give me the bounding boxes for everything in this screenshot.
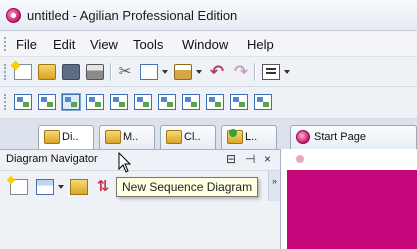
window-title: untitled - Agilian Professional Edition — [27, 8, 238, 23]
app-window: untitled - Agilian Professional Edition … — [0, 0, 417, 249]
toolbar-separator — [110, 63, 111, 81]
menu-window[interactable]: Window — [182, 37, 228, 52]
menu-file[interactable]: File — [16, 37, 37, 52]
diagram-area[interactable] — [280, 149, 417, 249]
toolbar-grip[interactable] — [4, 94, 7, 110]
diagram-toolbar — [0, 87, 417, 119]
start-page-icon — [296, 130, 310, 144]
new-state-machine-diagram-icon[interactable] — [110, 94, 128, 110]
layout-dropdown-icon[interactable] — [284, 70, 290, 74]
tab-label: L.. — [245, 131, 258, 143]
mouse-cursor-icon — [118, 152, 132, 173]
restore-panel-icon[interactable]: ⊟ — [226, 152, 236, 166]
new-project-icon[interactable] — [14, 64, 32, 80]
new-composite-structure-diagram-icon[interactable] — [254, 94, 272, 110]
new-package-diagram-icon[interactable] — [206, 94, 224, 110]
new-deployment-diagram-icon[interactable] — [182, 94, 200, 110]
start-page-banner — [287, 170, 417, 249]
menu-bar: File Edit View Tools Window Help — [0, 31, 417, 57]
agilian-app-icon[interactable] — [6, 8, 21, 23]
print-icon[interactable] — [86, 64, 104, 80]
menu-help[interactable]: Help — [247, 37, 274, 52]
open-project-icon[interactable] — [38, 64, 56, 80]
start-page-logo-icon — [296, 155, 304, 163]
tab-label: M.. — [123, 131, 139, 143]
menu-edit[interactable]: Edit — [53, 37, 75, 52]
diagram-navigator-tab-icon — [44, 130, 60, 144]
tab-start-page[interactable]: Start Page — [290, 125, 417, 149]
menu-view[interactable]: View — [90, 37, 118, 52]
tab-label: Cl.. — [184, 131, 201, 143]
menu-tools[interactable]: Tools — [133, 37, 163, 52]
tab-model-tree[interactable]: M.. — [99, 125, 155, 149]
tab-label: Start Page — [314, 131, 366, 143]
new-communication-diagram-icon[interactable] — [86, 94, 104, 110]
main-toolbar: ✂ ↶ ↷ — [0, 57, 417, 87]
redo-icon[interactable]: ↷ — [232, 63, 250, 80]
cut-icon[interactable]: ✂ — [116, 64, 134, 80]
new-sequence-diagram-icon[interactable] — [61, 93, 81, 111]
layout-icon[interactable] — [262, 64, 280, 80]
new-component-diagram-icon[interactable] — [158, 94, 176, 110]
toolbar-separator — [254, 63, 255, 81]
pin-panel-icon[interactable]: ⊣ — [245, 152, 255, 166]
new-use-case-diagram-icon[interactable] — [38, 94, 56, 110]
panel-title: Diagram Navigator — [6, 153, 98, 165]
class-repository-tab-icon — [166, 130, 182, 144]
new-diagram-icon[interactable] — [10, 179, 28, 195]
diagram-navigator-panel: Diagram Navigator ⊟ ⊣ × ⇅ ▲ » — [0, 149, 280, 249]
tree-view-icon[interactable] — [36, 179, 54, 195]
new-activity-diagram-icon[interactable] — [134, 94, 152, 110]
panel-tabs: Di.. M.. Cl.. L.. Start Page — [0, 119, 417, 149]
title-bar: untitled - Agilian Professional Edition — [0, 0, 417, 31]
logical-view-tab-icon — [227, 129, 243, 144]
toolbar-grip[interactable] — [4, 64, 7, 80]
tooltip: New Sequence Diagram — [116, 177, 259, 197]
sort-icon[interactable]: ⇅ — [94, 179, 112, 195]
copy-dropdown-icon[interactable] — [162, 70, 168, 74]
menubar-grip[interactable] — [4, 37, 7, 51]
tab-logical-view[interactable]: L.. — [221, 125, 277, 149]
new-object-diagram-icon[interactable] — [230, 94, 248, 110]
new-class-diagram-icon[interactable] — [14, 94, 32, 110]
copy-icon[interactable] — [140, 64, 158, 80]
paste-dropdown-icon[interactable] — [196, 70, 202, 74]
tree-view-dropdown-icon[interactable] — [58, 185, 64, 189]
toolbar-overflow-button[interactable]: » — [268, 171, 280, 201]
save-project-icon[interactable] — [62, 64, 80, 80]
tab-diagram-navigator[interactable]: Di.. — [38, 125, 94, 149]
close-panel-icon[interactable]: × — [264, 152, 271, 166]
undo-icon[interactable]: ↶ — [208, 63, 226, 80]
tab-class-repository[interactable]: Cl.. — [160, 125, 216, 149]
tab-label: Di.. — [62, 131, 79, 143]
paste-icon[interactable] — [174, 64, 192, 80]
model-tree-tab-icon — [105, 130, 121, 144]
folder-icon[interactable] — [70, 179, 88, 195]
